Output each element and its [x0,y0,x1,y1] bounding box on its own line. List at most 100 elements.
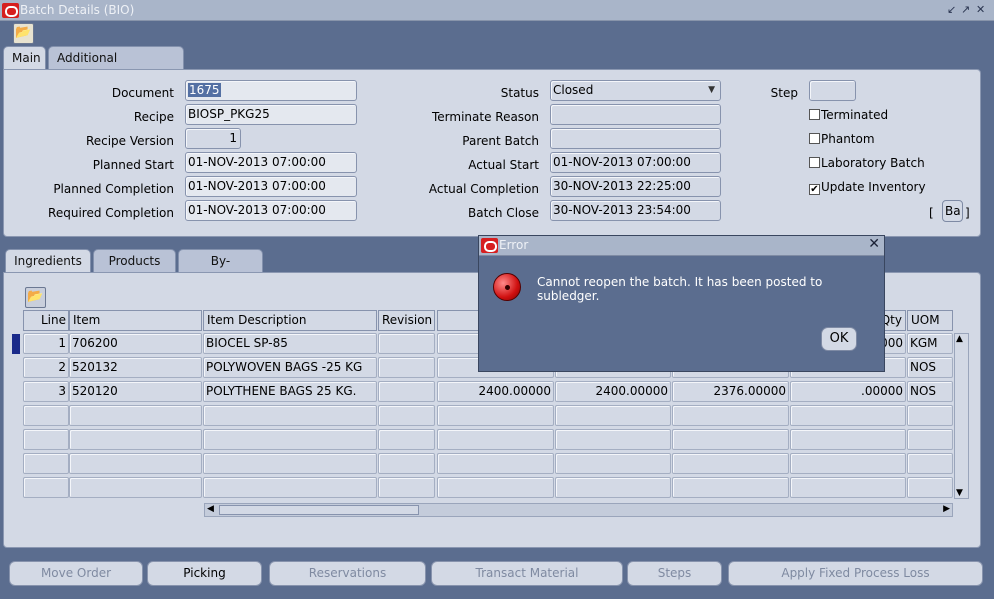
document-value: 1675 [188,83,221,97]
scroll-up-icon[interactable]: ▲ [956,334,963,344]
grid-cell[interactable]: NOS [907,381,953,402]
phantom-checkbox[interactable]: Phantom [809,132,875,146]
grid-cell[interactable] [378,333,435,354]
empty-grid-cell[interactable] [69,477,202,498]
terminate-reason-field[interactable] [550,104,721,125]
empty-grid-cell[interactable] [378,405,435,426]
empty-grid-cell[interactable] [672,429,789,450]
empty-grid-cell[interactable] [203,453,377,474]
actual-start-field[interactable]: 01-NOV-2013 07:00:00 [550,152,721,173]
empty-grid-cell[interactable] [69,405,202,426]
empty-grid-cell[interactable] [437,453,554,474]
tab-ingredients[interactable]: Ingredients [5,249,91,274]
empty-grid-cell[interactable] [672,477,789,498]
update-inventory-checkbox[interactable]: ✔ Update Inventory [809,180,926,195]
grid-cell[interactable]: 520120 [69,381,202,402]
terminated-checkbox[interactable]: Terminated [809,108,888,122]
grid-cell[interactable] [378,381,435,402]
maximize-icon[interactable]: ↗ [961,3,970,16]
empty-grid-cell[interactable] [23,477,69,498]
empty-grid-cell[interactable] [790,405,906,426]
empty-grid-cell[interactable] [790,453,906,474]
empty-grid-cell[interactable] [437,405,554,426]
empty-grid-cell[interactable] [437,477,554,498]
grid-cell[interactable]: KGM [907,333,953,354]
empty-grid-cell[interactable] [672,405,789,426]
empty-grid-cell[interactable] [907,453,953,474]
steps-button[interactable]: Steps [627,561,722,586]
grid-cell[interactable]: 706200 [69,333,202,354]
grid-cell[interactable]: 2 [23,357,69,378]
empty-grid-cell[interactable] [203,477,377,498]
grid-cell[interactable]: POLYTHENE BAGS 25 KG. [203,381,377,402]
grid-cell[interactable]: BIOCEL SP-85 [203,333,377,354]
empty-grid-cell[interactable] [23,453,69,474]
empty-grid-cell[interactable] [555,405,671,426]
planned-start-field[interactable]: 01-NOV-2013 07:00:00 [185,152,357,173]
batch-close-field[interactable]: 30-NOV-2013 23:54:00 [550,200,721,221]
grid-cell[interactable]: .00000 [790,381,906,402]
grid-cell[interactable]: 1 [23,333,69,354]
empty-grid-cell[interactable] [790,429,906,450]
grid-cell[interactable]: 2400.00000 [555,381,671,402]
scroll-left-icon[interactable]: ◀ [207,504,214,514]
picking-button[interactable]: Picking [147,561,262,586]
tab-products[interactable]: Products [93,249,176,273]
empty-grid-cell[interactable] [378,429,435,450]
empty-grid-cell[interactable] [907,429,953,450]
grid-cell[interactable] [378,357,435,378]
open-folder-button[interactable]: 📂 [13,23,34,44]
grid-horizontal-scrollbar[interactable]: ◀ ▶ [204,503,953,517]
transact-material-button[interactable]: Transact Material [431,561,623,586]
grid-vertical-scrollbar[interactable]: ▲ ▼ [954,333,969,499]
laboratory-batch-checkbox[interactable]: Laboratory Batch [809,156,925,170]
scroll-thumb[interactable] [219,505,419,515]
close-window-icon[interactable]: ✕ [976,3,985,16]
tab-additional-information[interactable]: Additional Information [48,46,184,87]
grid-folder-button[interactable]: 📂 [25,287,46,308]
empty-grid-cell[interactable] [672,453,789,474]
empty-grid-cell[interactable] [69,453,202,474]
empty-grid-cell[interactable] [907,405,953,426]
tab-by-products[interactable]: By-Products [178,249,263,290]
grid-cell[interactable]: 520132 [69,357,202,378]
required-completion-field[interactable]: 01-NOV-2013 07:00:00 [185,200,357,221]
scroll-right-icon[interactable]: ▶ [943,504,950,514]
empty-grid-cell[interactable] [23,429,69,450]
empty-grid-cell[interactable] [203,429,377,450]
tab-main[interactable]: Main [3,46,46,71]
recipe-version-field[interactable]: 1 [185,128,241,149]
close-icon[interactable]: ✕ [868,236,880,252]
empty-grid-cell[interactable] [907,477,953,498]
minimize-icon[interactable]: ↙ [947,3,956,16]
error-dialog-titlebar: Error ✕ [479,236,884,256]
grid-cell[interactable]: 2376.00000 [672,381,789,402]
parent-batch-field[interactable] [550,128,721,149]
actual-completion-field[interactable]: 30-NOV-2013 22:25:00 [550,176,721,197]
empty-grid-cell[interactable] [555,477,671,498]
scroll-down-icon[interactable]: ▼ [956,488,963,498]
document-field[interactable]: 1675 [185,80,357,101]
recipe-field[interactable]: BIOSP_PKG25 [185,104,357,125]
empty-grid-cell[interactable] [555,453,671,474]
empty-grid-cell[interactable] [203,405,377,426]
reservations-button[interactable]: Reservations [269,561,426,586]
move-order-button[interactable]: Move Order [9,561,143,586]
planned-completion-field[interactable]: 01-NOV-2013 07:00:00 [185,176,357,197]
grid-cell[interactable]: 3 [23,381,69,402]
grid-cell[interactable]: NOS [907,357,953,378]
ok-button[interactable]: OK [821,327,857,351]
ba-button[interactable]: Ba [942,200,963,222]
empty-grid-cell[interactable] [69,429,202,450]
empty-grid-cell[interactable] [378,453,435,474]
empty-grid-cell[interactable] [437,429,554,450]
empty-grid-cell[interactable] [378,477,435,498]
grid-cell[interactable]: 2400.00000 [437,381,554,402]
empty-grid-cell[interactable] [23,405,69,426]
apply-fixed-process-loss-button[interactable]: Apply Fixed Process Loss [728,561,983,586]
empty-grid-cell[interactable] [790,477,906,498]
empty-grid-cell[interactable] [555,429,671,450]
status-select[interactable]: Closed ▼ [550,80,721,101]
grid-cell[interactable]: POLYWOVEN BAGS -25 KG [203,357,377,378]
step-field[interactable] [809,80,856,101]
